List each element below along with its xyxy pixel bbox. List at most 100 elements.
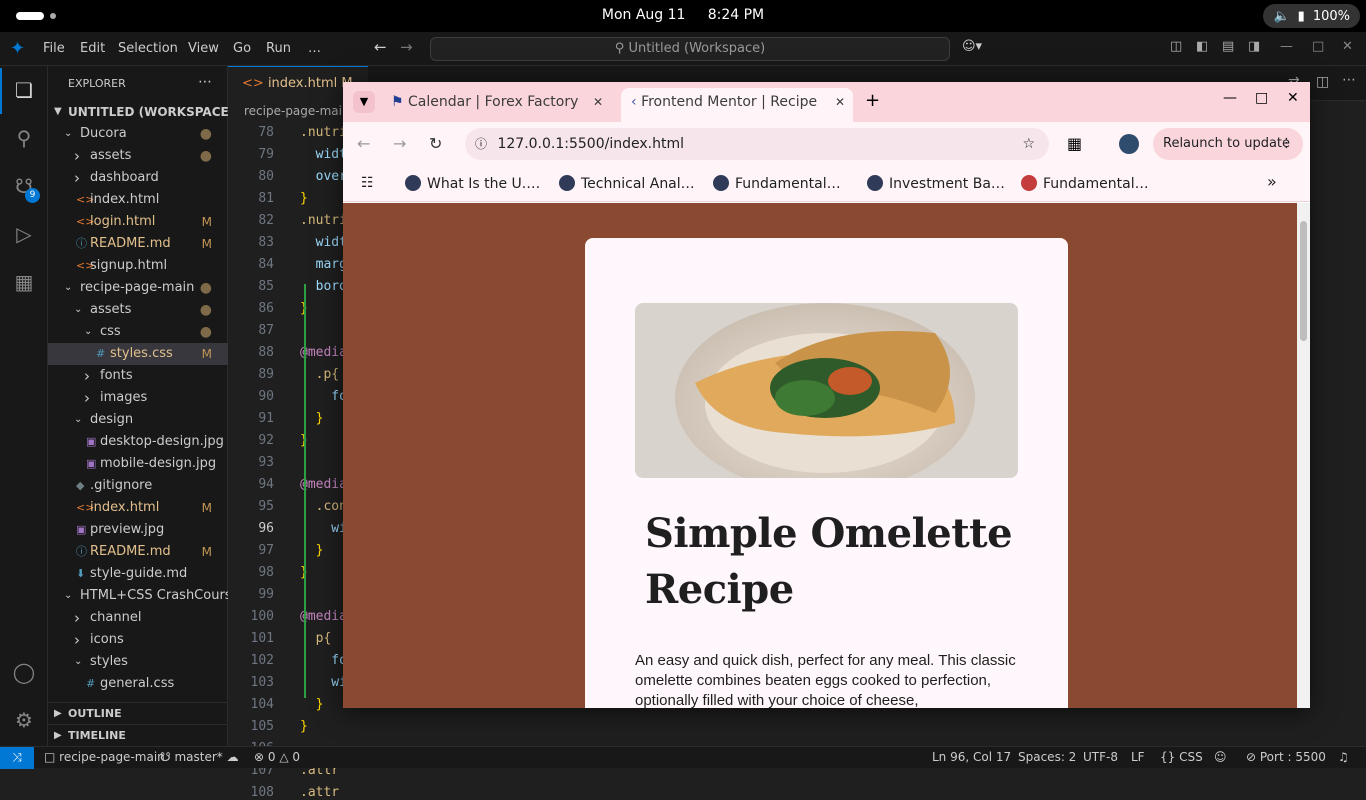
outline-section[interactable]: ▶ OUTLINE [48, 702, 228, 724]
workspace-header[interactable]: ▼ UNTITLED (WORKSPACE) [48, 101, 228, 123]
settings-gear-icon[interactable]: ⚙ [10, 708, 38, 736]
relaunch-button[interactable]: Relaunch to update ⋮ [1153, 128, 1303, 160]
status-eol[interactable]: LF [1131, 750, 1145, 764]
tree-item[interactable]: ⌄ styles [48, 651, 228, 673]
explorer-icon[interactable]: ❏ [10, 78, 38, 106]
reload-icon[interactable]: ↻ [429, 134, 442, 153]
tree-item[interactable]: ◆ .gitignore [48, 475, 228, 497]
bookmark-item[interactable]: Fundamental… [713, 175, 841, 192]
tab-frontend-mentor[interactable]: ‹ Frontend Mentor | Recipe ✕ [621, 88, 853, 122]
menu-run[interactable]: Run [266, 41, 291, 56]
tree-item[interactable]: ⓘ README.md M [48, 233, 228, 255]
tree-item[interactable]: <> signup.html [48, 255, 228, 277]
remote-indicator-icon[interactable]: ⤨ [0, 747, 34, 769]
tree-item[interactable]: › dashboard [48, 167, 228, 189]
customize-layout-icon[interactable]: ◫ [1170, 39, 1182, 54]
menu-file[interactable]: File [43, 41, 65, 56]
tree-item[interactable]: <> login.html M [48, 211, 228, 233]
status-language[interactable]: {} CSS [1160, 750, 1203, 764]
tab-close-icon[interactable]: ✕ [593, 88, 603, 116]
search-icon[interactable]: ⚲ [10, 126, 38, 154]
tree-item[interactable]: ▣ mobile-design.jpg [48, 453, 228, 475]
tree-item[interactable]: ⌄ recipe-page-main ● [48, 277, 228, 299]
close-icon[interactable]: ✕ [1342, 39, 1353, 54]
timeline-section[interactable]: ▶ TIMELINE [48, 724, 228, 746]
tree-item[interactable]: # styles.css M [48, 343, 228, 365]
account-icon[interactable]: ◯ [10, 660, 38, 688]
tree-item[interactable]: ⌄ css ● [48, 321, 228, 343]
page-scrollbar[interactable] [1297, 203, 1310, 708]
more-bookmarks-icon[interactable]: » [1267, 172, 1277, 191]
menu-view[interactable]: View [188, 41, 219, 56]
minimize-icon[interactable]: — [1280, 39, 1293, 54]
extensions-icon[interactable]: ▦ [10, 270, 38, 298]
tree-item[interactable]: ▣ desktop-design.jpg [48, 431, 228, 453]
new-tab-icon[interactable]: + [865, 90, 880, 111]
nav-forward-icon[interactable]: → [400, 38, 413, 56]
notifications-bell-icon[interactable]: ♫ [1338, 750, 1349, 764]
menu-go[interactable]: Go [233, 41, 251, 56]
tree-item[interactable]: › images [48, 387, 228, 409]
bookmark-star-icon[interactable]: ☆ [1022, 128, 1035, 160]
scrollbar-thumb[interactable] [1300, 221, 1307, 341]
tree-item[interactable]: ▣ preview.jpg [48, 519, 228, 541]
tree-item[interactable]: # general.css [48, 673, 228, 695]
bookmark-item[interactable]: What Is the U.… [405, 175, 540, 192]
toggle-secondary-sidebar-icon[interactable]: ◨ [1248, 39, 1260, 54]
profile-avatar[interactable] [1119, 134, 1139, 154]
tab-forex-factory[interactable]: ⚑ Calendar | Forex Factory ✕ [383, 88, 611, 122]
back-icon[interactable]: ← [357, 134, 370, 153]
status-encoding[interactable]: UTF-8 [1083, 750, 1118, 764]
status-live-server[interactable]: ⊘ Port : 5500 [1246, 750, 1326, 764]
split-editor-icon[interactable]: ◫ [1316, 74, 1329, 90]
address-bar[interactable]: ⓘ 127.0.0.1:5500/index.html ☆ [465, 128, 1049, 160]
status-branch[interactable]: ☋ master* ☁ [160, 750, 239, 764]
toggle-sidebar-icon[interactable]: ◧ [1196, 39, 1208, 54]
copilot-icon[interactable]: ☺▾ [962, 39, 982, 54]
explorer-more-icon[interactable]: ⋯ [198, 74, 212, 90]
bookmark-item[interactable]: Fundamental… [1021, 175, 1149, 192]
command-center[interactable]: ⚲ Untitled (Workspace) [430, 37, 950, 61]
bookmark-item[interactable]: Technical Anal… [559, 175, 695, 192]
status-cursor[interactable]: Ln 96, Col 17 [932, 750, 1011, 764]
tree-item[interactable]: ⬇ style-guide.md [48, 563, 228, 585]
menu-selection[interactable]: Selection [118, 41, 178, 56]
editor-more-icon[interactable]: ⋯ [1342, 72, 1356, 88]
extensions-puzzle-icon[interactable]: ▦ [1067, 134, 1082, 153]
tree-item[interactable]: ⌄ design [48, 409, 228, 431]
status-indent[interactable]: Spaces: 2 [1018, 750, 1076, 764]
tree-item[interactable]: ⓘ README.md M [48, 541, 228, 563]
status-problems[interactable]: ⊗ 0 △ 0 [254, 750, 300, 764]
tree-item[interactable]: › assets ● [48, 145, 228, 167]
apps-grid-icon[interactable]: ☷ [361, 175, 374, 191]
system-status-menu[interactable]: 🔈 ▮ 100% [1263, 4, 1360, 28]
maximize-icon[interactable]: □ [1312, 39, 1324, 54]
toggle-panel-icon[interactable]: ▤ [1222, 39, 1234, 54]
tree-item-label: assets [90, 148, 132, 163]
breadcrumb[interactable]: recipe-page-main [244, 104, 350, 118]
status-folder[interactable]: □ recipe-page-main [44, 750, 165, 764]
menu-more[interactable]: … [308, 41, 321, 56]
bookmark-item[interactable]: Investment Ba… [867, 175, 1005, 192]
chrome-menu-icon[interactable]: ⋮ [1280, 128, 1293, 160]
menu-edit[interactable]: Edit [80, 41, 105, 56]
forward-icon[interactable]: → [393, 134, 406, 153]
tree-item[interactable]: <> index.html M [48, 497, 228, 519]
tree-item[interactable]: › fonts [48, 365, 228, 387]
chrome-minimize-icon[interactable]: — [1223, 90, 1237, 106]
chrome-maximize-icon[interactable]: □ [1255, 90, 1268, 106]
nav-back-icon[interactable]: ← [374, 38, 387, 56]
tree-item[interactable]: ⌄ assets ● [48, 299, 228, 321]
site-info-icon[interactable]: ⓘ [475, 137, 487, 151]
tree-item[interactable]: › channel [48, 607, 228, 629]
clock[interactable]: Mon Aug 11 8:24 PM [0, 7, 1366, 23]
copilot-status-icon[interactable]: ☺ [1214, 750, 1227, 764]
tab-search-chevron-icon[interactable]: ▼ [353, 91, 375, 113]
chrome-close-icon[interactable]: ✕ [1287, 90, 1299, 106]
tree-item[interactable]: <> index.html [48, 189, 228, 211]
tree-item[interactable]: ⌄ HTML+CSS CrashCourse [48, 585, 228, 607]
tree-item[interactable]: ⌄ Ducora ● [48, 123, 228, 145]
tree-item[interactable]: › icons [48, 629, 228, 651]
run-debug-icon[interactable]: ▷ [10, 222, 38, 250]
tab-close-icon[interactable]: ✕ [830, 88, 845, 116]
